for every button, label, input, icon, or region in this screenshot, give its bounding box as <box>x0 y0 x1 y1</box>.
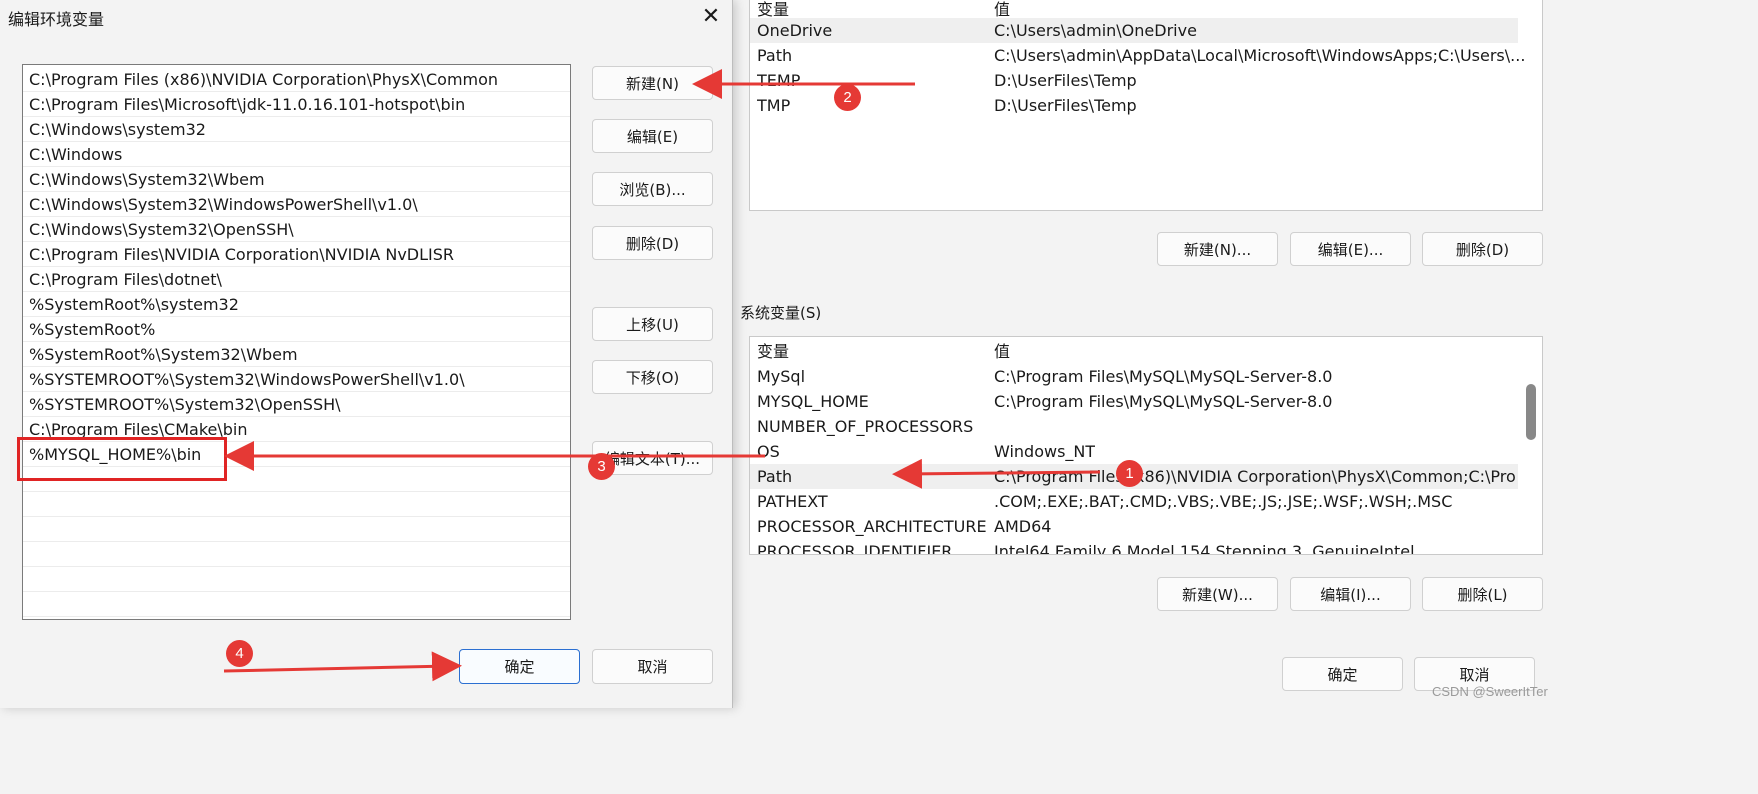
path-entry[interactable]: %SystemRoot% <box>23 317 570 342</box>
step-badge-1: 1 <box>1116 460 1143 487</box>
user-edit-button[interactable]: 编辑(E)... <box>1290 232 1411 266</box>
empty-row <box>23 592 570 617</box>
cancel-button[interactable]: 取消 <box>592 649 713 684</box>
empty-row <box>23 492 570 517</box>
system-var-row[interactable]: PROCESSOR_IDENTIFIER Intel64 Family 6 Mo… <box>750 539 1542 554</box>
user-new-button[interactable]: 新建(N)... <box>1157 232 1278 266</box>
step-badge-3: 3 <box>588 453 615 480</box>
path-entry[interactable]: %SYSTEMROOT%\System32\WindowsPowerShell\… <box>23 367 570 392</box>
system-variables-label: 系统变量(S) <box>740 304 822 322</box>
path-entry[interactable]: C:\Windows\system32 <box>23 117 570 142</box>
empty-row <box>23 542 570 567</box>
browse-button[interactable]: 浏览(B)... <box>592 172 713 206</box>
user-variables-list[interactable]: 变量 值 OneDrive C:\Users\admin\OneDrive Pa… <box>749 0 1543 211</box>
system-var-row[interactable]: OS Windows_NT <box>750 439 1542 464</box>
system-var-row[interactable]: MYSQL_HOME C:\Program Files\MySQL\MySQL-… <box>750 389 1542 414</box>
step-badge-2: 2 <box>834 84 861 111</box>
new-button[interactable]: 新建(N) <box>592 66 713 100</box>
user-var-row[interactable]: Path C:\Users\admin\AppData\Local\Micros… <box>750 43 1542 68</box>
ok-button[interactable]: 确定 <box>459 649 580 684</box>
delete-button[interactable]: 删除(D) <box>592 226 713 260</box>
user-var-row[interactable]: OneDrive C:\Users\admin\OneDrive <box>750 18 1518 43</box>
system-delete-button[interactable]: 删除(L) <box>1422 577 1543 611</box>
move-up-button[interactable]: 上移(U) <box>592 307 713 341</box>
close-icon[interactable]: ✕ <box>696 2 726 32</box>
path-entry[interactable]: C:\Windows\System32\WindowsPowerShell\v1… <box>23 192 570 217</box>
empty-row <box>23 567 570 592</box>
user-var-row[interactable]: TEMP D:\UserFiles\Temp <box>750 68 1542 93</box>
path-entry[interactable]: C:\Program Files (x86)\NVIDIA Corporatio… <box>23 67 570 92</box>
path-entry[interactable]: C:\Program Files\NVIDIA Corporation\NVID… <box>23 242 570 267</box>
env-ok-button[interactable]: 确定 <box>1282 657 1403 691</box>
system-var-row[interactable]: NUMBER_OF_PROCESSORS <box>750 414 1542 439</box>
step-badge-4: 4 <box>226 640 253 667</box>
system-var-row[interactable]: PATHEXT .COM;.EXE;.BAT;.CMD;.VBS;.VBE;.J… <box>750 489 1542 514</box>
watermark: CSDN @SweerItTer <box>1432 684 1548 699</box>
empty-row <box>23 517 570 542</box>
system-var-row[interactable]: MySql C:\Program Files\MySQL\MySQL-Serve… <box>750 364 1542 389</box>
path-entries-list[interactable]: C:\Program Files (x86)\NVIDIA Corporatio… <box>22 64 571 620</box>
user-var-row[interactable]: TMP D:\UserFiles\Temp <box>750 93 1542 118</box>
system-vars-header: 变量 值 <box>757 342 1011 361</box>
system-var-row[interactable]: PROCESSOR_ARCHITECTURE AMD64 <box>750 514 1542 539</box>
system-vars-scrollbar[interactable] <box>1526 384 1536 440</box>
system-new-button[interactable]: 新建(W)... <box>1157 577 1278 611</box>
path-entry[interactable]: C:\Windows\System32\Wbem <box>23 167 570 192</box>
path-entry[interactable]: C:\Program Files\Microsoft\jdk-11.0.16.1… <box>23 92 570 117</box>
path-entry[interactable]: C:\Program Files\dotnet\ <box>23 267 570 292</box>
system-edit-button[interactable]: 编辑(I)... <box>1290 577 1411 611</box>
dialog-title: 编辑环境变量 <box>8 10 105 29</box>
path-entry[interactable]: %SystemRoot%\System32\Wbem <box>23 342 570 367</box>
user-delete-button[interactable]: 删除(D) <box>1422 232 1543 266</box>
system-variables-list[interactable]: 变量 值 MySql C:\Program Files\MySQL\MySQL-… <box>749 336 1543 555</box>
path-entry[interactable]: %SYSTEMROOT%\System32\OpenSSH\ <box>23 392 570 417</box>
path-entry[interactable]: %SystemRoot%\system32 <box>23 292 570 317</box>
edit-environment-variable-dialog: 编辑环境变量 ✕ C:\Program Files (x86)\NVIDIA C… <box>0 0 733 708</box>
path-entry[interactable]: C:\Windows\System32\OpenSSH\ <box>23 217 570 242</box>
edit-button[interactable]: 编辑(E) <box>592 119 713 153</box>
path-entry[interactable]: C:\Windows <box>23 142 570 167</box>
highlight-box <box>17 437 227 481</box>
move-down-button[interactable]: 下移(O) <box>592 360 713 394</box>
